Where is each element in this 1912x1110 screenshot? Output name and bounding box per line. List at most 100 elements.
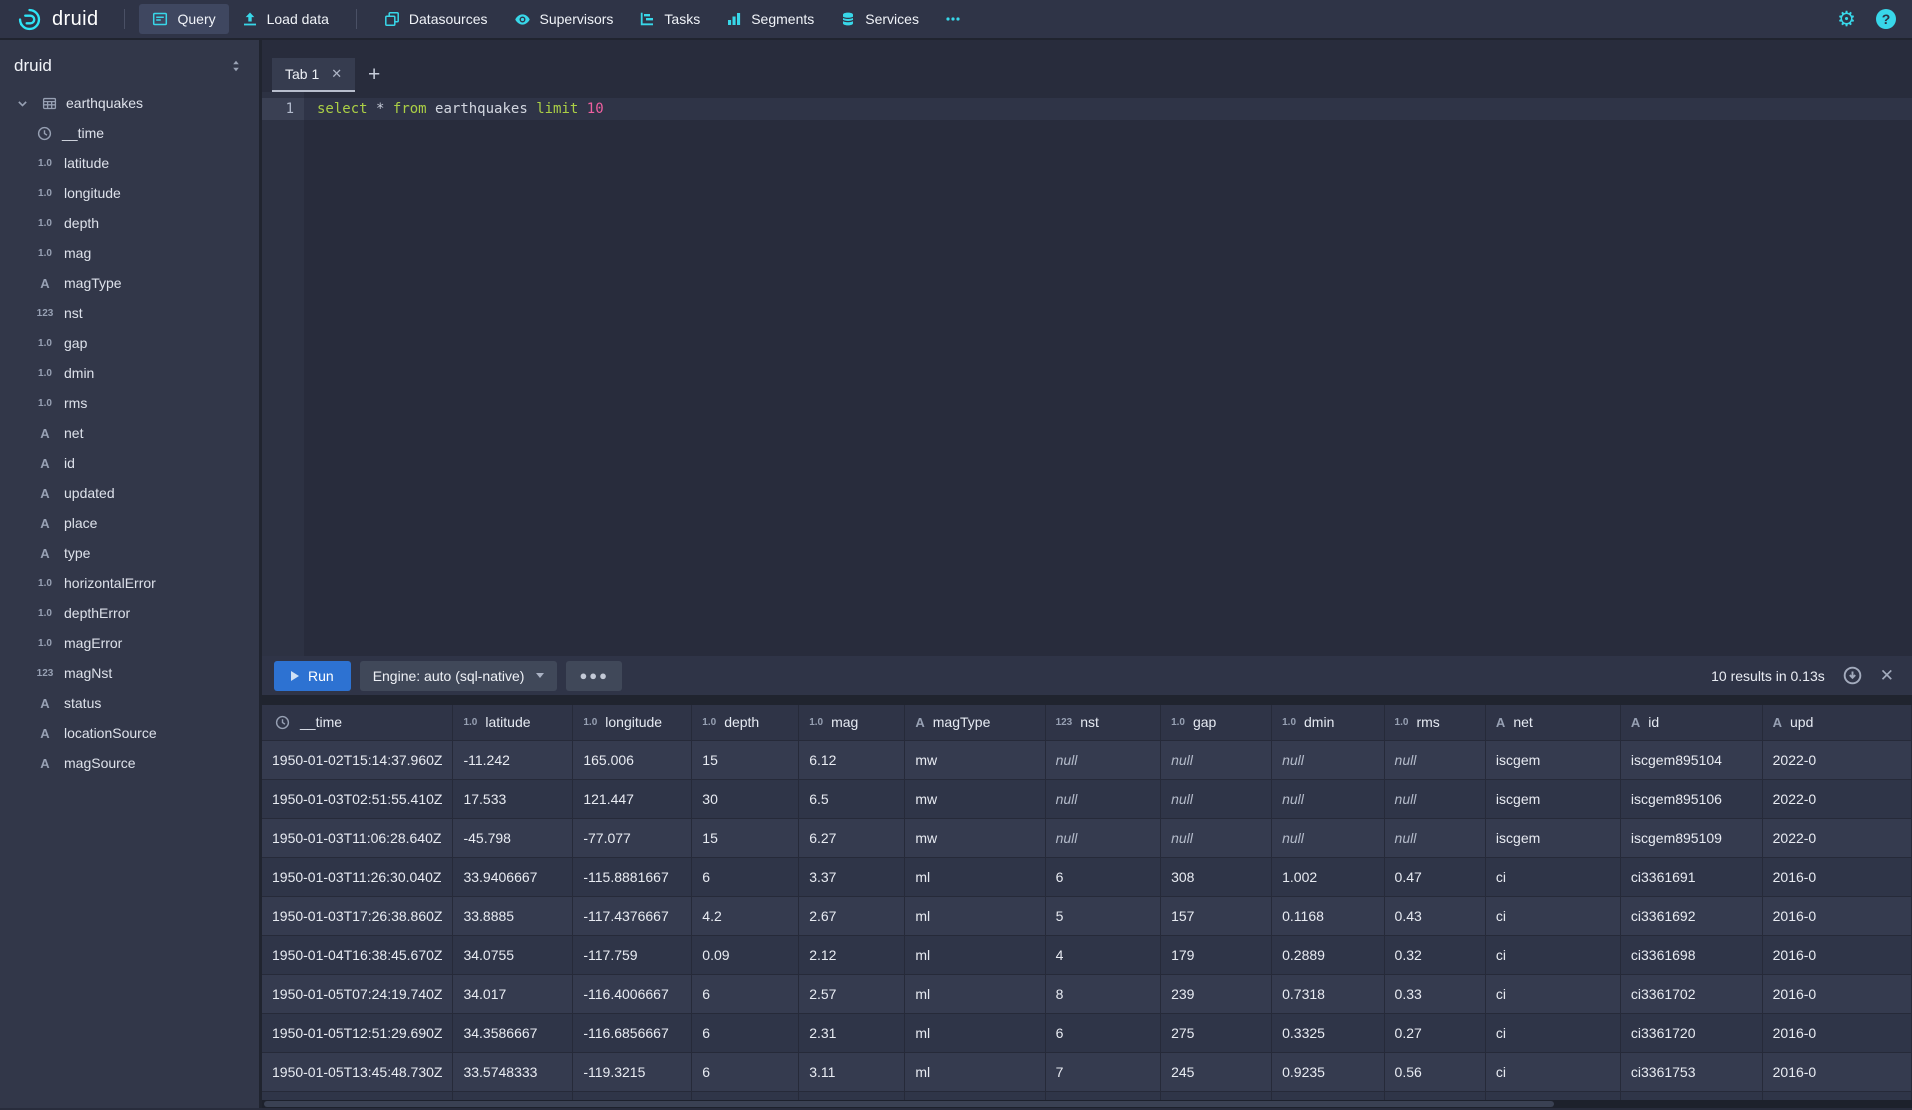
table-cell[interactable]: 1950-01-04T16:38:45.670Z xyxy=(262,935,453,974)
column-item-magSource[interactable]: AmagSource xyxy=(0,748,259,778)
column-item-place[interactable]: Aplace xyxy=(0,508,259,538)
table-cell[interactable]: 1.002 xyxy=(1272,857,1384,896)
column-item-depthError[interactable]: 1.0depthError xyxy=(0,598,259,628)
table-cell[interactable]: ci xyxy=(1485,974,1620,1013)
table-cell[interactable]: mw xyxy=(905,779,1045,818)
column-item-updated[interactable]: Aupdated xyxy=(0,478,259,508)
table-cell[interactable]: ci xyxy=(1485,1052,1620,1091)
table-cell[interactable]: 3.37 xyxy=(799,857,905,896)
table-cell[interactable]: 2016-0 xyxy=(1762,857,1911,896)
table-cell[interactable]: 2.12 xyxy=(799,935,905,974)
table-cell[interactable]: ml xyxy=(905,896,1045,935)
nav-item-datasources[interactable]: Datasources xyxy=(371,4,501,34)
engine-select-button[interactable]: Engine: auto (sql-native) xyxy=(360,661,558,691)
results-header-dmin[interactable]: 1.0dmin xyxy=(1272,705,1384,740)
table-cell[interactable]: ml xyxy=(905,1013,1045,1052)
table-cell[interactable]: iscgem895109 xyxy=(1620,818,1762,857)
table-cell[interactable]: 1950-01-02T15:14:37.960Z xyxy=(262,740,453,779)
table-cell[interactable]: 1950-01-03T11:06:28.640Z xyxy=(262,818,453,857)
table-cell[interactable]: ml xyxy=(905,1052,1045,1091)
table-cell[interactable]: 6.12 xyxy=(799,740,905,779)
table-cell[interactable]: ci3361753 xyxy=(1620,1052,1762,1091)
table-cell[interactable] xyxy=(1485,1091,1620,1100)
scrollbar-thumb[interactable] xyxy=(264,1101,1554,1107)
results-header-depth[interactable]: 1.0depth xyxy=(692,705,799,740)
table-cell[interactable]: null xyxy=(1384,818,1485,857)
table-cell[interactable] xyxy=(262,1091,453,1100)
table-cell[interactable] xyxy=(692,1091,799,1100)
table-cell[interactable]: 33.9406667 xyxy=(453,857,573,896)
table-cell[interactable]: null xyxy=(1161,740,1272,779)
table-cell[interactable]: ci xyxy=(1485,1013,1620,1052)
table-cell[interactable]: null xyxy=(1272,779,1384,818)
table-cell[interactable]: 6 xyxy=(1045,857,1161,896)
column-item-depth[interactable]: 1.0depth xyxy=(0,208,259,238)
table-cell[interactable] xyxy=(1620,1091,1762,1100)
nav-item-load-data[interactable]: Load data xyxy=(229,4,342,34)
table-cell[interactable]: 33.5748333 xyxy=(453,1052,573,1091)
table-cell[interactable]: 30 xyxy=(692,779,799,818)
table-cell[interactable]: -11.242 xyxy=(453,740,573,779)
table-cell[interactable]: -117.759 xyxy=(573,935,692,974)
table-cell[interactable]: null xyxy=(1045,779,1161,818)
table-cell[interactable]: 2016-0 xyxy=(1762,896,1911,935)
table-cell[interactable]: 34.0755 xyxy=(453,935,573,974)
table-cell[interactable]: 2.67 xyxy=(799,896,905,935)
table-cell[interactable]: 0.47 xyxy=(1384,857,1485,896)
table-cell[interactable]: null xyxy=(1272,740,1384,779)
table-cell[interactable]: mw xyxy=(905,740,1045,779)
table-cell[interactable]: 6 xyxy=(692,974,799,1013)
table-cell[interactable] xyxy=(799,1091,905,1100)
results-header-time[interactable]: __time xyxy=(262,705,453,740)
table-cell[interactable]: -116.6856667 xyxy=(573,1013,692,1052)
table-cell[interactable]: 6 xyxy=(1045,1013,1161,1052)
table-cell[interactable]: 1950-01-05T07:24:19.740Z xyxy=(262,974,453,1013)
table-cell[interactable]: mw xyxy=(905,818,1045,857)
table-cell[interactable]: 239 xyxy=(1161,974,1272,1013)
table-cell[interactable]: 2022-0 xyxy=(1762,779,1911,818)
column-item-horizontalError[interactable]: 1.0horizontalError xyxy=(0,568,259,598)
table-cell[interactable]: 0.1168 xyxy=(1272,896,1384,935)
table-cell[interactable]: -115.8881667 xyxy=(573,857,692,896)
table-cell[interactable]: 4 xyxy=(1045,935,1161,974)
close-icon[interactable]: ✕ xyxy=(331,66,342,82)
table-cell[interactable]: null xyxy=(1045,818,1161,857)
table-cell[interactable] xyxy=(1384,1091,1485,1100)
table-cell[interactable]: null xyxy=(1384,740,1485,779)
table-cell[interactable]: 0.27 xyxy=(1384,1013,1485,1052)
table-cell[interactable]: 1950-01-03T17:26:38.860Z xyxy=(262,896,453,935)
table-cell[interactable]: 165.006 xyxy=(573,740,692,779)
table-cell[interactable]: 0.43 xyxy=(1384,896,1485,935)
datasource-earthquakes[interactable]: earthquakes xyxy=(0,88,259,118)
table-cell[interactable]: ci3361692 xyxy=(1620,896,1762,935)
table-cell[interactable]: 1950-01-05T13:45:48.730Z xyxy=(262,1052,453,1091)
column-item-dmin[interactable]: 1.0dmin xyxy=(0,358,259,388)
nav-item-segments[interactable]: Segments xyxy=(713,4,827,34)
column-item-longitude[interactable]: 1.0longitude xyxy=(0,178,259,208)
table-cell[interactable]: 0.9235 xyxy=(1272,1052,1384,1091)
nav-item-tasks[interactable]: Tasks xyxy=(626,4,713,34)
double-caret-vertical-icon[interactable] xyxy=(229,59,243,73)
table-cell[interactable]: 0.3325 xyxy=(1272,1013,1384,1052)
table-cell[interactable]: 1950-01-03T02:51:55.410Z xyxy=(262,779,453,818)
table-cell[interactable]: null xyxy=(1272,818,1384,857)
nav-item-query[interactable]: Query xyxy=(139,4,228,34)
table-cell[interactable] xyxy=(1045,1091,1161,1100)
table-cell[interactable]: 2.57 xyxy=(799,974,905,1013)
table-cell[interactable]: 2016-0 xyxy=(1762,974,1911,1013)
column-item-nst[interactable]: 123nst xyxy=(0,298,259,328)
table-cell[interactable]: 6 xyxy=(692,1013,799,1052)
table-cell[interactable]: -116.4006667 xyxy=(573,974,692,1013)
results-header-nst[interactable]: 123nst xyxy=(1045,705,1161,740)
results-header-mag[interactable]: 1.0mag xyxy=(799,705,905,740)
table-cell[interactable]: 15 xyxy=(692,818,799,857)
table-cell[interactable]: -45.798 xyxy=(453,818,573,857)
table-cell[interactable]: null xyxy=(1161,779,1272,818)
table-cell[interactable]: 6 xyxy=(692,1052,799,1091)
table-cell[interactable]: 15 xyxy=(692,740,799,779)
column-item-gap[interactable]: 1.0gap xyxy=(0,328,259,358)
table-cell[interactable] xyxy=(453,1091,573,1100)
table-cell[interactable]: null xyxy=(1045,740,1161,779)
table-cell[interactable]: null xyxy=(1384,779,1485,818)
more-options-button[interactable]: ●●● xyxy=(566,661,622,691)
